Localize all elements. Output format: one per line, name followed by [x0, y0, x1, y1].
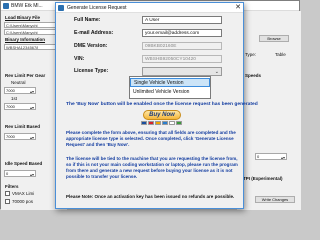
license-option-unlimited[interactable]: Unlimited Vehicle Version: [130, 88, 210, 97]
buy-now-info-text: The 'Buy Now' button will be enabled onc…: [66, 102, 258, 107]
payment-card-icon: [148, 121, 154, 125]
license-type-select[interactable]: ⌄: [142, 67, 222, 76]
rev-limit-per-gear-label: Rev Limit Per Gear: [5, 73, 46, 78]
payment-card-icon: [155, 121, 161, 125]
gear1-rpm-input[interactable]: 7000 ▴▾: [4, 103, 36, 110]
filter2-checkbox[interactable]: [5, 199, 10, 204]
spinner-icon: ▴▾: [29, 89, 34, 94]
dialog-title: Generate License Request: [67, 5, 127, 11]
vin-field: WBSHA12345678: [4, 44, 56, 50]
dme-version-field: 09BKB02160E: [142, 42, 222, 50]
app-icon: [58, 5, 64, 11]
gear1-label: 1st: [11, 96, 18, 101]
payment-cards: [140, 121, 184, 125]
payment-card-icon: [162, 121, 168, 125]
speed-input[interactable]: 0 ▴▾: [255, 153, 287, 160]
idle-speed-input[interactable]: 0 ▴▾: [4, 170, 36, 177]
email-input[interactable]: your.email@address.com: [142, 29, 222, 37]
vin-label: VIN:: [74, 56, 85, 62]
email-label: E-mail Address:: [74, 30, 114, 36]
full-name-label: Full Name:: [74, 17, 101, 23]
tpi-experimental-label: TPI (Experimental): [243, 176, 283, 181]
write-changes-button[interactable]: Write Changes: [255, 196, 295, 203]
license-type-dropdown-list: Single Vehicle Version Unlimited Vehicle…: [129, 76, 211, 99]
spinner-icon: ▴▾: [29, 135, 34, 140]
binary-path-field-2[interactable]: C:\Users\Manychi: [4, 29, 56, 35]
browse-button[interactable]: Browse: [259, 35, 289, 42]
instructions-paragraph: Please complete the form above, ensuring…: [66, 130, 236, 147]
binary-path-field[interactable]: C:\Users\Manychi: [4, 22, 56, 28]
vmax-limit-label: VMAX Limi: [12, 191, 35, 196]
neutral-rpm-input[interactable]: 7000 ▴▾: [4, 87, 36, 94]
vmax-limit-checkbox[interactable]: [5, 191, 10, 196]
vin-field: WBSHB92050CY10420: [142, 55, 222, 63]
refund-note: Please Note: Once an activation key has …: [66, 194, 235, 199]
main-window-title: BMW Etk Ml...: [11, 3, 43, 9]
dialog-title-bar: Generate License Request ✕: [56, 3, 243, 13]
filters-label: Filters: [5, 184, 19, 189]
load-binary-file-label: Load Binary File: [5, 15, 41, 20]
license-type-label: License Type:: [74, 68, 109, 74]
rev-limit-based-label: Rev Limit Based: [5, 124, 41, 129]
speeds-label: Speeds: [245, 73, 262, 78]
type-value: Table: [275, 52, 286, 57]
main-right-panel: Browse Type: Table Speeds 0 ▴▾ TPI (Exper…: [237, 11, 301, 210]
payment-card-icon: [141, 121, 147, 125]
binary-information-label: Binary Information: [5, 37, 46, 42]
full-name-input[interactable]: A User: [142, 16, 222, 24]
generate-license-dialog: Generate License Request ✕ Full Name: A …: [55, 2, 258, 209]
spinner-icon: ▴▾: [280, 155, 285, 160]
spinner-icon: ▴▾: [29, 172, 34, 177]
spinner-icon: ▴▾: [29, 105, 34, 110]
chevron-down-icon: ⌄: [214, 69, 219, 75]
license-option-single[interactable]: Single Vehicle Version: [130, 78, 210, 87]
paypal-buy-now[interactable]: Buy Now: [140, 110, 184, 125]
type-label: Type:: [245, 52, 257, 57]
buy-now-button[interactable]: Buy Now: [143, 110, 181, 120]
filter2-label: 70000 pos: [12, 199, 34, 204]
payment-card-icon: [176, 121, 182, 125]
idle-speed-based-label: Idle Speed Based: [5, 161, 43, 166]
rev-limit-rpm-input[interactable]: 7000 ▴▾: [4, 133, 36, 140]
dme-version-label: DME Version:: [74, 43, 108, 49]
neutral-label: Neutral: [11, 80, 26, 85]
payment-card-icon: [169, 121, 175, 125]
app-icon: [3, 3, 9, 9]
license-tied-paragraph: The license will be tied to the machine …: [66, 156, 238, 179]
close-icon[interactable]: ✕: [235, 4, 241, 12]
